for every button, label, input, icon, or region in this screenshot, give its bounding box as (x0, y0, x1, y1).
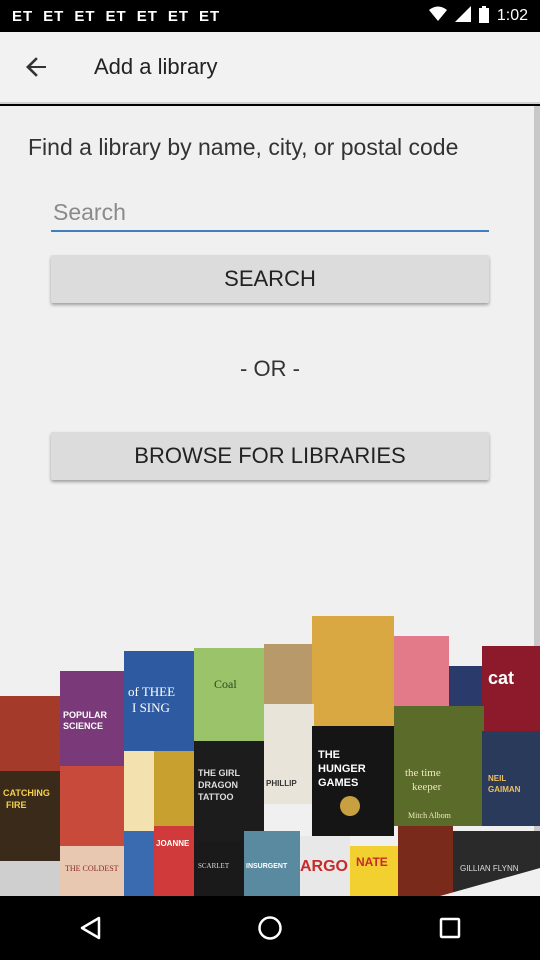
notification-icon: ET (105, 7, 127, 25)
svg-text:GAMES: GAMES (318, 777, 358, 789)
svg-text:JOANNE: JOANNE (156, 839, 190, 848)
svg-text:GAIMAN: GAIMAN (488, 785, 521, 794)
nav-back-button[interactable] (58, 896, 122, 960)
signal-icon (454, 6, 471, 26)
or-divider-text: - OR - (240, 356, 300, 381)
square-recents-icon (439, 917, 461, 939)
svg-text:PHILLIP: PHILLIP (266, 779, 297, 788)
svg-text:the time: the time (405, 767, 441, 779)
svg-text:ARGO: ARGO (300, 858, 348, 875)
instruction-text: Find a library by name, city, or postal … (28, 134, 459, 160)
svg-text:THE: THE (318, 749, 340, 761)
main-content: Find a library by name, city, or postal … (0, 106, 540, 896)
battery-icon (478, 5, 489, 27)
svg-text:SCIENCE: SCIENCE (63, 721, 103, 731)
back-button[interactable] (0, 31, 72, 103)
svg-text:NATE: NATE (356, 855, 388, 869)
arrow-left-icon (26, 57, 46, 77)
notification-icon: ET (199, 7, 221, 25)
svg-text:I SING: I SING (132, 700, 170, 715)
svg-text:FIRE: FIRE (6, 800, 27, 810)
status-bar: ET ET ET ET ET ET ET 1:02 (0, 0, 540, 32)
svg-text:NEIL: NEIL (488, 774, 506, 783)
svg-text:Mitch Albom: Mitch Albom (408, 811, 452, 820)
svg-text:Coal: Coal (214, 677, 237, 691)
book-cover-collage: CATCHING FIRE POPULAR SCIENCE THE COLDES… (0, 616, 540, 896)
nav-home-button[interactable] (238, 896, 302, 960)
svg-text:of THEE: of THEE (128, 684, 175, 699)
circle-home-icon (258, 916, 282, 940)
system-navigation-bar (0, 896, 540, 960)
svg-text:HUNGER: HUNGER (318, 763, 366, 775)
svg-text:DRAGON: DRAGON (198, 780, 238, 790)
triangle-back-icon (80, 916, 101, 940)
svg-text:keeper: keeper (412, 781, 442, 793)
search-input[interactable] (51, 194, 489, 232)
svg-text:cat: cat (488, 668, 514, 688)
wifi-icon (428, 6, 447, 26)
notification-icons: ET ET ET ET ET ET ET (12, 8, 220, 25)
notification-icon: ET (43, 7, 65, 25)
nav-recents-button[interactable] (418, 896, 482, 960)
svg-text:SCARLET: SCARLET (198, 862, 230, 870)
svg-text:GILLIAN FLYNN: GILLIAN FLYNN (460, 864, 519, 873)
notification-icon: ET (12, 7, 34, 25)
search-button[interactable]: SEARCH (51, 255, 489, 303)
notification-icon: ET (136, 7, 158, 25)
notification-icon: ET (167, 7, 190, 25)
svg-text:THE COLDEST: THE COLDEST (65, 864, 119, 873)
clock: 1:02 (496, 7, 528, 24)
svg-text:CATCHING: CATCHING (3, 788, 50, 798)
browse-libraries-button[interactable]: BROWSE FOR LIBRARIES (51, 432, 489, 480)
svg-text:INSURGENT: INSURGENT (246, 863, 288, 870)
svg-text:POPULAR: POPULAR (63, 710, 108, 720)
notification-icon: ET (74, 7, 96, 25)
svg-text:THE GIRL: THE GIRL (198, 768, 241, 778)
page-title: Add a library (94, 54, 218, 79)
svg-text:TATTOO: TATTOO (198, 792, 234, 802)
app-bar: Add a library (0, 32, 540, 104)
